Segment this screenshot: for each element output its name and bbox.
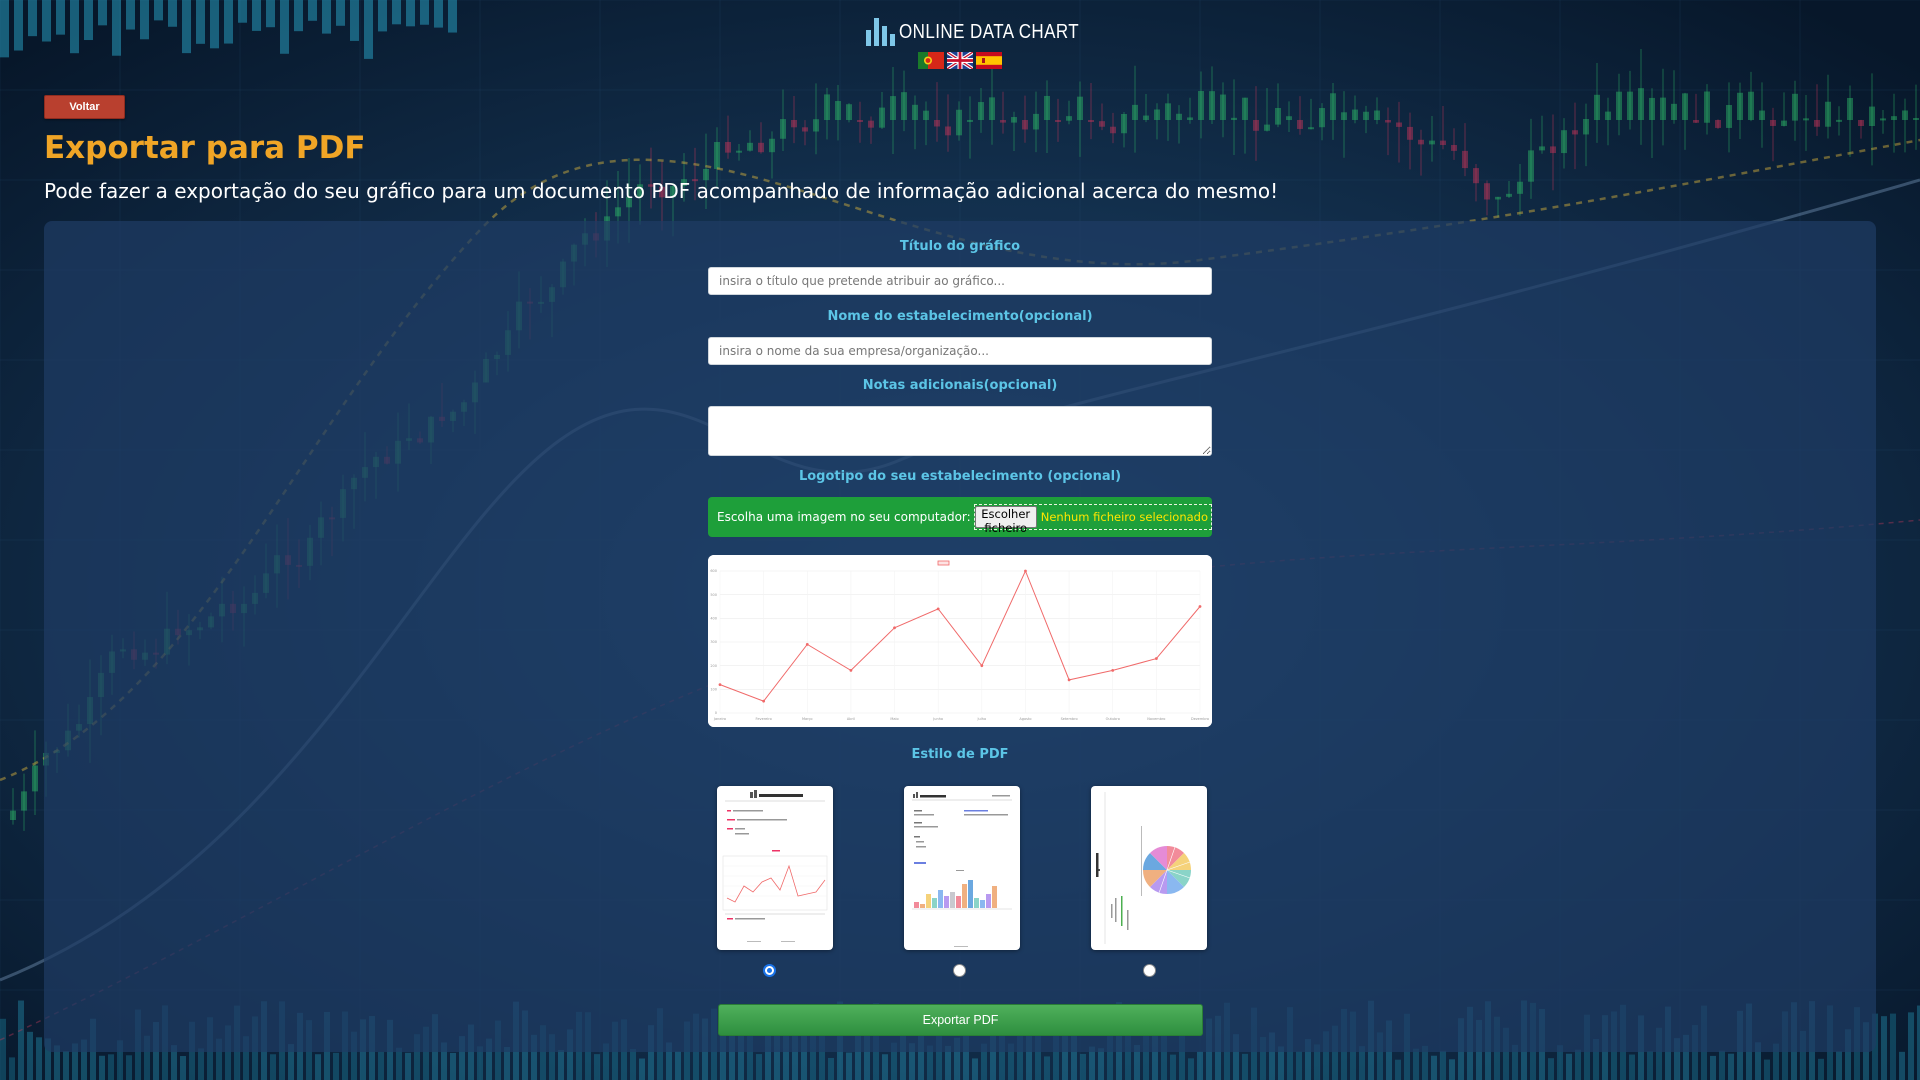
y-tick-label: 300	[710, 640, 717, 644]
x-tick-label: Agosto	[1019, 717, 1031, 721]
back-button[interactable]: Voltar	[44, 95, 125, 119]
y-tick-label: 0	[715, 711, 717, 715]
line-chart: 0 100 200 300 400 500 600 Janeiro Fevereiro Março…	[708, 555, 1212, 727]
y-tick-label: 500	[710, 593, 717, 597]
logo-upload-prompt: Escolha uma imagem no seu computador:	[717, 510, 971, 524]
chart-legend	[937, 560, 950, 566]
data-point	[1198, 605, 1202, 608]
page-title: Exportar para PDF	[44, 130, 366, 166]
pdf-style-1-preview	[722, 790, 828, 942]
x-tick-label: Janeiro	[713, 717, 726, 721]
pdf-style-1-thumbnail[interactable]	[717, 786, 833, 950]
x-tick-label: Novembro	[1147, 717, 1165, 721]
data-point	[762, 699, 766, 703]
y-tick-label: 400	[710, 617, 717, 621]
export-pdf-button[interactable]: Exportar PDF	[718, 1004, 1203, 1036]
x-tick-label: Julho	[977, 717, 987, 721]
chart-title-input[interactable]	[708, 267, 1212, 295]
chart-preview: 0 100 200 300 400 500 600 Janeiro Fevereiro Março…	[708, 555, 1212, 727]
data-point	[805, 642, 809, 646]
data-point	[1067, 678, 1071, 682]
bar-chart-icon	[866, 16, 895, 46]
x-tick-label: Outubro	[1106, 717, 1120, 721]
pdf-style-1-radio[interactable]	[763, 964, 776, 977]
org-name-input[interactable]	[708, 337, 1212, 365]
spain-flag-icon[interactable]	[976, 52, 1002, 69]
x-tick-label: Setembro	[1061, 717, 1078, 721]
pdf-style-2-thumbnail[interactable]	[904, 786, 1020, 950]
data-point	[718, 683, 722, 686]
pdf-style-3-preview	[1096, 792, 1192, 944]
data-point	[893, 626, 896, 630]
org-name-label: Nome do estabelecimento(opcional)	[827, 309, 1093, 324]
site-header: ONLINE DATA CHART	[0, 0, 1920, 80]
logo-upload-label: Logotipo do seu estabelecimento (opciona…	[798, 469, 1122, 484]
chart-title-label: Título do gráfico	[899, 239, 1021, 254]
data-point	[980, 664, 984, 668]
y-tick-label: 600	[710, 569, 717, 573]
x-tick-label: Junho	[932, 717, 943, 721]
y-tick-label: 200	[710, 664, 717, 668]
notes-label: Notas adicionais(opcional)	[862, 378, 1058, 393]
data-point	[1024, 569, 1027, 573]
x-tick-label: Dezembro	[1191, 717, 1209, 721]
choose-file-button[interactable]: Escolher ficheiro	[974, 506, 1037, 535]
pdf-style-label: Estilo de PDF	[911, 747, 1009, 762]
data-point	[936, 607, 940, 611]
data-point	[849, 669, 853, 672]
legend-swatch	[937, 560, 950, 566]
file-status-text: Nenhum ficheiro selecionado	[1040, 510, 1208, 524]
notes-textarea[interactable]	[708, 406, 1212, 456]
data-point	[1154, 657, 1158, 660]
x-tick-label: Maio	[890, 717, 898, 721]
logo-text: ONLINE DATA CHART	[899, 21, 1080, 43]
pdf-style-2-preview	[912, 792, 1012, 947]
site-logo[interactable]: ONLINE DATA CHART	[866, 12, 1111, 46]
pdf-style-2-radio[interactable]	[953, 964, 966, 977]
x-tick-label: Abril	[847, 717, 855, 721]
page-subtitle: Pode fazer a exportação do seu gráfico p…	[44, 179, 1279, 203]
data-point	[1111, 669, 1115, 672]
language-selector	[918, 52, 1002, 69]
pdf-style-3-radio[interactable]	[1143, 964, 1156, 977]
pdf-style-3-thumbnail[interactable]	[1091, 786, 1207, 950]
x-tick-label: Fevereiro	[756, 717, 772, 721]
portugal-flag-icon[interactable]	[918, 52, 944, 69]
file-input[interactable]: Escolher ficheiro Nenhum ficheiro seleci…	[973, 504, 1212, 535]
uk-flag-icon[interactable]	[947, 52, 973, 69]
y-tick-label: 100	[710, 688, 717, 692]
x-tick-label: Março	[802, 717, 813, 721]
logo-upload-box: Escolha uma imagem no seu computador: Es…	[708, 497, 1212, 537]
